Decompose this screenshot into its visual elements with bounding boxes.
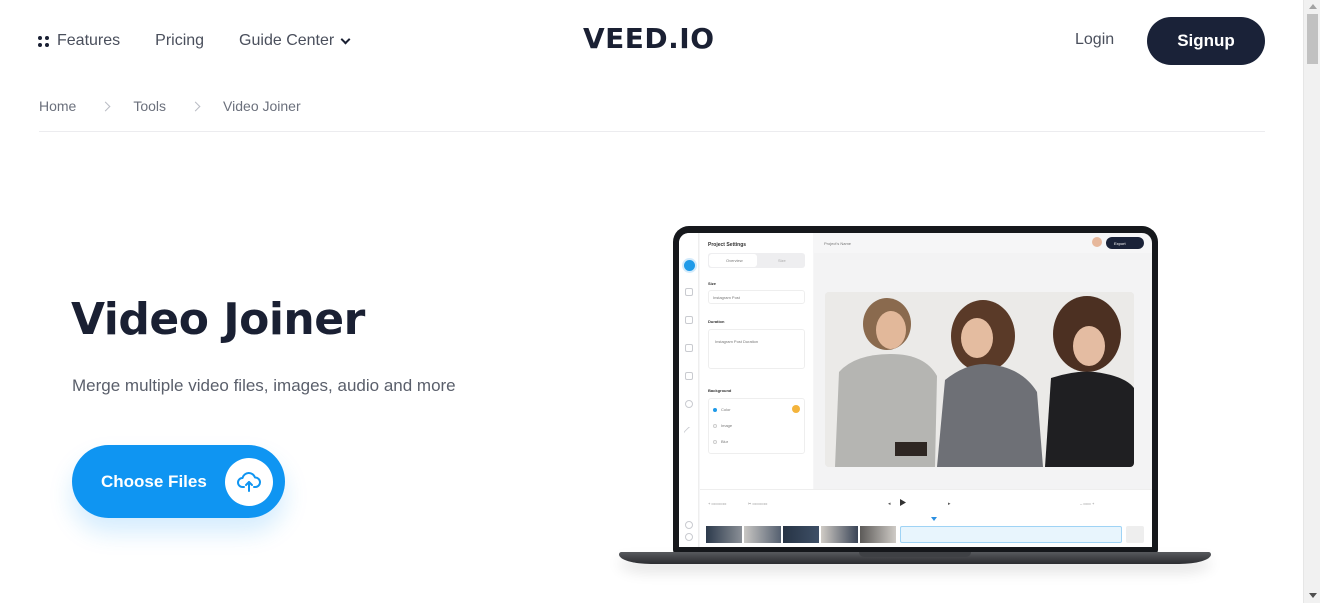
bg-option-image[interactable]: Image	[721, 423, 732, 428]
panel-title: Project Settings	[708, 242, 747, 248]
laptop-notch	[859, 552, 971, 557]
breadcrumb-home[interactable]: Home	[39, 98, 76, 114]
play-icon[interactable]	[900, 499, 906, 506]
avatar	[1092, 237, 1102, 247]
radio	[713, 440, 717, 444]
menu-icon	[685, 241, 693, 249]
mockup-sidebar	[679, 233, 699, 547]
bg-option-blur[interactable]: Blur	[721, 439, 728, 444]
export-label: Export	[1114, 241, 1126, 246]
section-background: Background	[708, 388, 732, 393]
page-subtitle: Merge multiple video files, images, audi…	[72, 376, 456, 395]
size-select[interactable]: Instagram Post	[708, 290, 805, 304]
main-nav: Features Pricing Guide Center	[38, 30, 351, 52]
nav-pricing[interactable]: Pricing	[155, 32, 204, 50]
help-icon	[685, 521, 693, 529]
clip-thumbnail[interactable]	[744, 526, 781, 543]
signup-button[interactable]: Signup	[1147, 17, 1265, 65]
add-media-button[interactable]: + ▭▭▭▭	[708, 501, 727, 506]
video-preview	[825, 292, 1134, 467]
nav-guide-center[interactable]: Guide Center	[239, 32, 351, 50]
breadcrumb-current: Video Joiner	[223, 98, 301, 114]
clip-thumbnail[interactable]	[782, 526, 820, 543]
draw-icon	[683, 426, 695, 438]
cloud-upload-icon	[237, 472, 261, 492]
playhead[interactable]	[931, 517, 937, 521]
background-options: Color Image Blur	[708, 398, 805, 454]
editor-canvas	[814, 253, 1152, 489]
timeline-add-button[interactable]	[1126, 526, 1144, 543]
duration-box: Instagram Post Duration	[708, 329, 805, 369]
rewind-icon[interactable]: ◂	[888, 501, 891, 507]
clip-thumbnail[interactable]	[706, 526, 743, 543]
timeline-drop-zone[interactable]	[900, 526, 1122, 543]
project-name[interactable]: Project's Name	[824, 241, 851, 246]
forward-icon[interactable]: ▸	[948, 501, 951, 507]
radio-selected	[713, 408, 717, 412]
settings-icon	[684, 260, 695, 271]
timeline: + ▭▭▭▭ ✂ ▭▭▭▭ ◂ ▸ – ▭▭ +	[700, 489, 1152, 547]
clip-thumbnail[interactable]	[821, 526, 858, 543]
nav-pricing-label: Pricing	[155, 32, 205, 49]
filters-icon	[685, 400, 693, 408]
export-button[interactable]: Export	[1106, 237, 1144, 249]
timeline-clips	[706, 526, 898, 543]
upload-circle	[225, 458, 273, 506]
bg-option-color[interactable]: Color	[721, 407, 731, 412]
nav-features-label: Features	[57, 32, 121, 49]
tab-size[interactable]: Size	[778, 258, 786, 263]
choose-files-button[interactable]: Choose Files	[72, 445, 285, 518]
editor-mockup: Project Settings Overview Size Size Inst…	[673, 226, 1158, 554]
radio	[713, 424, 717, 428]
clip-thumbnail[interactable]	[859, 526, 897, 543]
size-value: Instagram Post	[713, 295, 740, 300]
page: Features Pricing Guide Center VEED.IO Lo…	[0, 0, 1303, 603]
nav-guide-center-label: Guide Center	[239, 32, 335, 49]
chevron-right-icon	[100, 101, 111, 111]
chevron-right-icon	[190, 101, 201, 111]
color-swatch[interactable]	[792, 405, 800, 413]
mockup-topbar: Project's Name Export	[814, 233, 1152, 253]
people-photo	[825, 292, 1134, 467]
section-duration: Duration	[708, 319, 725, 324]
tab-overview[interactable]: Overview	[726, 258, 743, 263]
elements-icon	[685, 372, 693, 380]
scroll-up-arrow-icon[interactable]	[1309, 4, 1317, 9]
veed-logo[interactable]: VEED.IO	[583, 22, 715, 55]
scrollbar-thumb[interactable]	[1307, 14, 1318, 64]
upload-icon	[685, 288, 693, 296]
header-divider	[39, 131, 1265, 132]
page-title: Video Joiner	[71, 294, 365, 345]
breadcrumb: Home Tools Video Joiner	[39, 98, 301, 114]
grid-dots-icon	[38, 35, 49, 47]
section-size: Size	[708, 281, 717, 286]
shortcut-icon	[685, 533, 693, 541]
chevron-down-icon	[340, 34, 351, 44]
nav-features[interactable]: Features	[38, 32, 120, 50]
mockup-screen: Project Settings Overview Size Size Inst…	[679, 233, 1152, 547]
text-icon	[685, 316, 693, 324]
subtitles-icon	[685, 344, 693, 352]
project-settings-panel: Project Settings Overview Size Size Inst…	[700, 233, 813, 489]
duration-value[interactable]: Instagram Post Duration	[715, 339, 758, 344]
settings-tabs: Overview Size	[708, 253, 805, 268]
login-link[interactable]: Login	[1075, 31, 1114, 49]
scroll-down-arrow-icon[interactable]	[1309, 593, 1317, 598]
choose-files-label: Choose Files	[101, 471, 207, 491]
breadcrumb-tools[interactable]: Tools	[133, 98, 166, 114]
split-button[interactable]: ✂ ▭▭▭▭	[748, 501, 768, 506]
zoom-control[interactable]: – ▭▭ +	[1080, 501, 1094, 506]
page-scrollbar[interactable]	[1303, 0, 1320, 603]
